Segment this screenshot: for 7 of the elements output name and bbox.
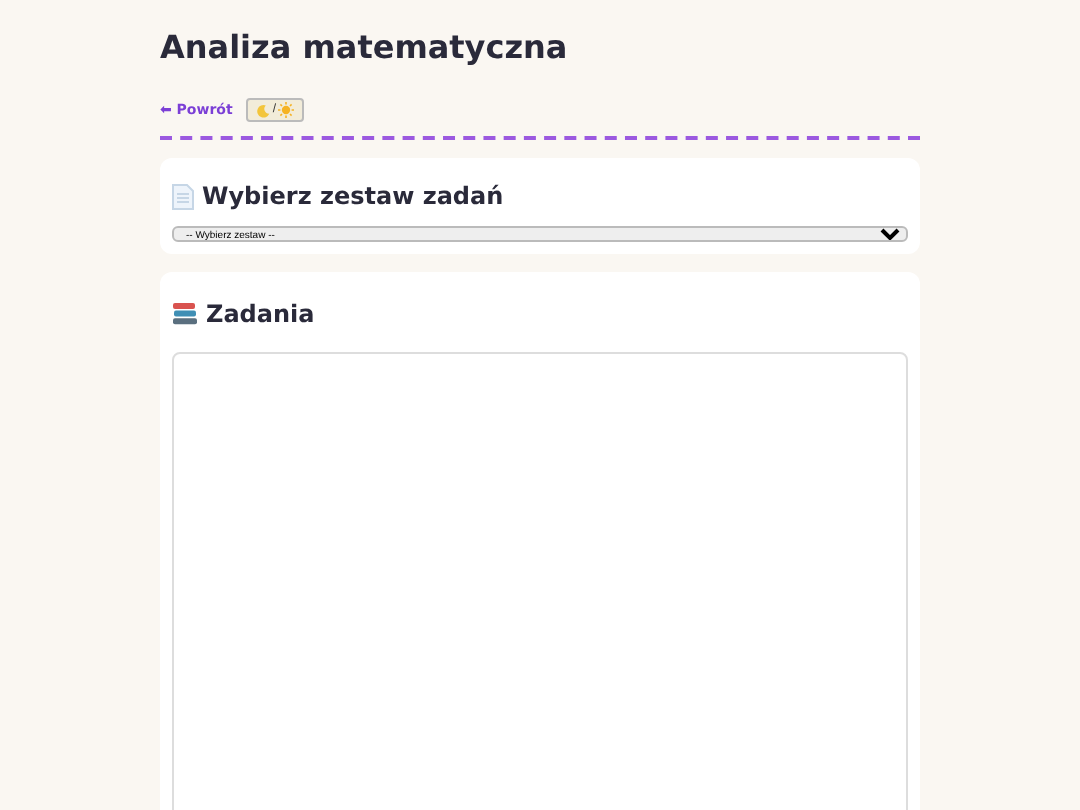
moon-icon (256, 103, 271, 117)
page-title: Analiza matematyczna (160, 28, 570, 66)
sun-icon (278, 102, 294, 118)
books-icon (172, 302, 198, 326)
document-icon (172, 183, 194, 209)
section-heading: Wybierz zestaw zadań (202, 182, 504, 210)
section-heading: Zadania (206, 300, 315, 328)
